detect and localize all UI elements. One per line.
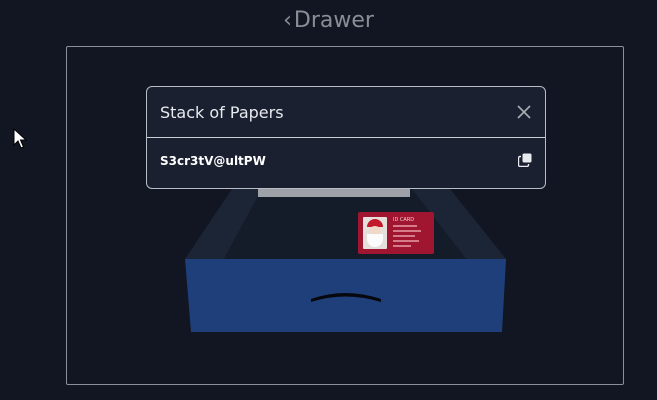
copy-icon[interactable] (518, 153, 532, 167)
modal-header: Stack of Papers (147, 87, 545, 138)
id-card-line (393, 225, 417, 227)
drawer-scene (185, 188, 506, 332)
id-card-line (393, 235, 415, 237)
mouse-pointer-icon (13, 128, 27, 149)
modal-body: S3cr3tV@ultPW (147, 138, 545, 188)
secret-text: S3cr3tV@ultPW (160, 154, 266, 168)
stack-of-papers-modal: Stack of Papers S3cr3tV@ultPW (146, 86, 546, 189)
modal-title: Stack of Papers (160, 103, 284, 122)
paper-stack (258, 188, 410, 197)
close-icon[interactable] (515, 103, 533, 121)
id-card[interactable]: ID CARD (358, 212, 434, 254)
id-card-line (393, 230, 421, 232)
id-card-title: ID CARD (393, 217, 415, 223)
id-card-photo (363, 217, 387, 249)
id-card-line (393, 240, 419, 242)
id-card-line (393, 245, 411, 247)
beard-icon (367, 234, 383, 247)
